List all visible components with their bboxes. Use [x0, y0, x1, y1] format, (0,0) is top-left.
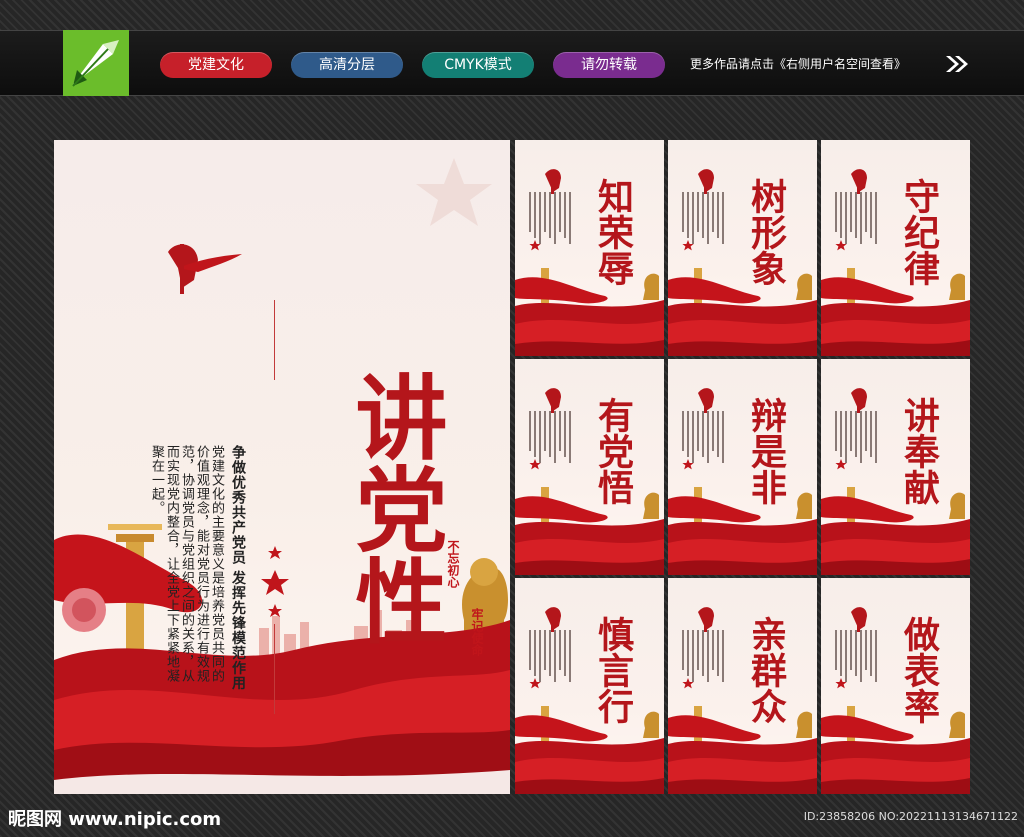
pen-nib-icon[interactable]: [63, 30, 129, 96]
double-chevron-right-icon[interactable]: [944, 54, 970, 78]
body-text: 党建文化的主要意义是培养党员共同的价值观理念，能对党员行为进行有效规范，协调党员…: [149, 445, 224, 683]
tag-hd-layers[interactable]: 高清分层: [291, 52, 403, 78]
mini-body-lines: [835, 411, 885, 475]
mini-poster[interactable]: 辩是非: [668, 359, 817, 575]
mini-body-lines: [529, 411, 579, 475]
mini-body-lines: [835, 192, 885, 256]
mini-poster[interactable]: 做表率: [821, 578, 970, 794]
seal-text-1: 不忘初心: [446, 540, 460, 588]
slogan-text: 争做优秀共产党员 发挥先锋模范作用: [230, 445, 246, 691]
mini-body-lines: [529, 192, 579, 256]
main-title: 讲党性: [340, 370, 448, 646]
mini-poster[interactable]: 讲奉献: [821, 359, 970, 575]
mini-poster-title: 树形象: [745, 178, 787, 286]
mini-poster[interactable]: 树形象: [668, 140, 817, 356]
tag-cmyk-mode[interactable]: CMYK模式: [422, 52, 534, 78]
mini-body-lines: [529, 630, 579, 694]
divider-top: [274, 300, 275, 380]
mini-poster[interactable]: 知荣辱: [515, 140, 664, 356]
divider-bottom: [274, 624, 275, 714]
mini-poster-title: 知荣辱: [592, 178, 634, 286]
main-poster: 讲党性 争做优秀共产党员 发挥先锋模范作用 党建文化的主要意义是培养党员共同的价…: [54, 140, 510, 794]
mini-poster-title: 守纪律: [898, 178, 940, 286]
mini-body-lines: [835, 630, 885, 694]
mini-poster[interactable]: 慎言行: [515, 578, 664, 794]
more-works-link[interactable]: 更多作品请点击《右侧用户名空间查看》: [690, 54, 906, 74]
seal-text-2: 牢记使命: [470, 608, 484, 656]
tag-no-repost[interactable]: 请勿转载: [553, 52, 665, 78]
image-id-text: ID:23858206 NO:20221113134671122: [803, 810, 1018, 823]
tag-party-culture[interactable]: 党建文化: [160, 52, 272, 78]
site-watermark: 昵图网 www.nipic.com: [8, 809, 222, 830]
mini-body-lines: [682, 630, 732, 694]
mini-poster[interactable]: 亲群众: [668, 578, 817, 794]
mini-poster-title: 亲群众: [745, 616, 787, 724]
mini-body-lines: [682, 411, 732, 475]
star-cluster: [261, 544, 289, 624]
mini-poster[interactable]: 守纪律: [821, 140, 970, 356]
mini-poster-title: 有党悟: [592, 397, 634, 505]
mini-poster-title: 辩是非: [745, 397, 787, 505]
mini-poster[interactable]: 有党悟: [515, 359, 664, 575]
mini-poster-title: 讲奉献: [898, 397, 940, 505]
mini-poster-title: 慎言行: [592, 616, 634, 724]
mini-poster-title: 做表率: [898, 616, 940, 724]
mini-body-lines: [682, 192, 732, 256]
